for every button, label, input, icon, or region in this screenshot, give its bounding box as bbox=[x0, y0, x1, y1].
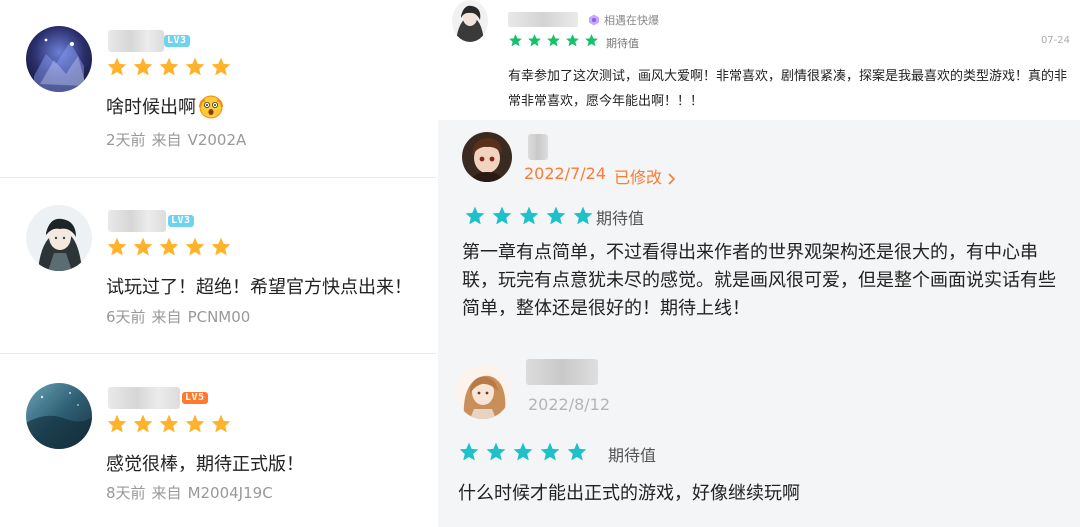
avatar[interactable] bbox=[26, 383, 92, 449]
meet-badge-icon bbox=[589, 14, 599, 26]
username-obscured bbox=[108, 30, 164, 52]
star-icon bbox=[133, 237, 153, 256]
username-obscured bbox=[526, 359, 598, 385]
review-time: 6天前 bbox=[106, 308, 146, 326]
avatar[interactable] bbox=[26, 205, 92, 271]
rating-stars bbox=[106, 56, 232, 78]
review-text-row: 试玩过了！超绝！希望官方快点出来！ bbox=[106, 273, 412, 299]
avatar[interactable] bbox=[452, 0, 488, 42]
review-item: 2022/7/24 已修改 期待值 第一章有点简单，不过看得出来作者的世界观架构… bbox=[438, 120, 1080, 345]
review-text: 什么时候才能出正式的游戏，好像继续玩啊 bbox=[458, 483, 800, 504]
review-text-row: 啥时候出啊 bbox=[106, 93, 224, 119]
review-date: 07-24 bbox=[1040, 35, 1070, 46]
star-icon bbox=[133, 414, 153, 433]
from-label: 来自 bbox=[151, 484, 182, 502]
star-icon bbox=[573, 206, 593, 225]
star-icon bbox=[159, 57, 179, 76]
star-icon bbox=[492, 206, 512, 225]
review-item: 2022/8/12 期待值 什么时候才能出正式的游戏，好像继续玩啊 bbox=[438, 345, 1080, 527]
star-icon bbox=[459, 442, 479, 461]
review-date: 2022/7/24 bbox=[524, 164, 607, 183]
review-item: LV3 啥时候出啊 2天前 来自 V2002A bbox=[0, 0, 436, 177]
star-icon bbox=[465, 206, 485, 225]
avatar[interactable] bbox=[456, 365, 510, 419]
rating-status: 期待值 bbox=[596, 209, 645, 228]
rating-stars bbox=[464, 205, 594, 227]
star-icon bbox=[547, 34, 560, 47]
review-time: 8天前 bbox=[106, 484, 146, 502]
star-icon bbox=[546, 206, 566, 225]
review-text: 啥时候出啊 bbox=[106, 97, 196, 118]
star-icon bbox=[107, 57, 127, 76]
star-icon bbox=[159, 237, 179, 256]
star-icon bbox=[513, 442, 533, 461]
star-icon bbox=[107, 414, 127, 433]
review-text: 第一章有点简单，不过看得出来作者的世界观架构还是很大的，有中心串联，玩完有点意犹… bbox=[462, 242, 1056, 319]
rating-stars bbox=[106, 413, 232, 435]
username-obscured bbox=[508, 12, 578, 27]
device-name: PCNM00 bbox=[187, 308, 251, 326]
from-label: 来自 bbox=[151, 131, 182, 149]
star-icon bbox=[519, 206, 539, 225]
username-obscured bbox=[108, 387, 180, 409]
compact-review: 相遇在快爆 期待值 07-24 有幸参加了这次测试，画风大爱啊！非常喜欢，剧情很… bbox=[438, 0, 1080, 120]
star-icon bbox=[185, 237, 205, 256]
edited-label: 已修改 bbox=[614, 168, 663, 187]
rating-stars bbox=[458, 441, 588, 463]
level-badge: LV5 bbox=[182, 392, 208, 404]
review-time: 2天前 bbox=[106, 131, 146, 149]
star-icon bbox=[509, 34, 522, 47]
level-badge: LV3 bbox=[168, 215, 194, 227]
level-badge: LV3 bbox=[164, 35, 190, 47]
star-icon bbox=[567, 442, 587, 461]
star-icon bbox=[159, 414, 179, 433]
star-icon bbox=[540, 442, 560, 461]
review-meta: 6天前 来自 PCNM00 bbox=[106, 306, 250, 327]
star-icon bbox=[211, 57, 231, 76]
shocked-face-emoji-icon bbox=[198, 95, 224, 119]
rating-status: 期待值 bbox=[608, 446, 657, 465]
star-icon bbox=[107, 237, 127, 256]
rating-status: 期待值 bbox=[606, 37, 639, 50]
star-icon bbox=[585, 34, 598, 47]
username-obscured bbox=[108, 210, 166, 232]
edited-link[interactable]: 已修改 bbox=[614, 164, 677, 188]
avatar[interactable] bbox=[462, 132, 512, 182]
review-item: LV5 感觉很棒，期待正式版！ 8天前 来自 M2004J19C bbox=[0, 353, 436, 527]
username-obscured bbox=[528, 134, 548, 160]
star-icon bbox=[528, 34, 541, 47]
rating-stars bbox=[106, 236, 232, 258]
review-meta: 8天前 来自 M2004J19C bbox=[106, 482, 273, 503]
device-name: V2002A bbox=[187, 131, 247, 149]
rating-stars bbox=[508, 33, 599, 48]
star-icon bbox=[185, 57, 205, 76]
review-meta: 2天前 来自 V2002A bbox=[106, 129, 246, 150]
star-icon bbox=[566, 34, 579, 47]
avatar[interactable] bbox=[26, 26, 92, 92]
device-name: M2004J19C bbox=[187, 484, 273, 502]
star-icon bbox=[133, 57, 153, 76]
from-label: 来自 bbox=[151, 308, 182, 326]
star-icon bbox=[211, 237, 231, 256]
review-date: 2022/8/12 bbox=[528, 395, 611, 414]
chevron-right-icon bbox=[668, 172, 676, 185]
star-icon bbox=[486, 442, 506, 461]
review-text: 有幸参加了这次测试，画风大爱啊！非常喜欢，剧情很紧凑，探案是我最喜欢的类型游戏！… bbox=[508, 69, 1068, 109]
review-item: LV3 试玩过了！超绝！希望官方快点出来！ 6天前 来自 PCNM00 bbox=[0, 177, 436, 354]
meet-label: 相遇在快爆 bbox=[588, 12, 659, 28]
right-review-panel: 2022/7/24 已修改 期待值 第一章有点简单，不过看得出来作者的世界观架构… bbox=[438, 120, 1080, 527]
star-icon bbox=[211, 414, 231, 433]
star-icon bbox=[185, 414, 205, 433]
review-text: 感觉很棒，期待正式版！ bbox=[106, 454, 304, 475]
left-review-list: LV3 啥时候出啊 2天前 来自 V2002A LV3 试玩过了！超绝！希望官方… bbox=[0, 0, 436, 527]
meet-label-text: 相遇在快爆 bbox=[604, 14, 659, 27]
review-text: 试玩过了！超绝！希望官方快点出来！ bbox=[106, 277, 412, 298]
review-text-row: 感觉很棒，期待正式版！ bbox=[106, 450, 304, 476]
